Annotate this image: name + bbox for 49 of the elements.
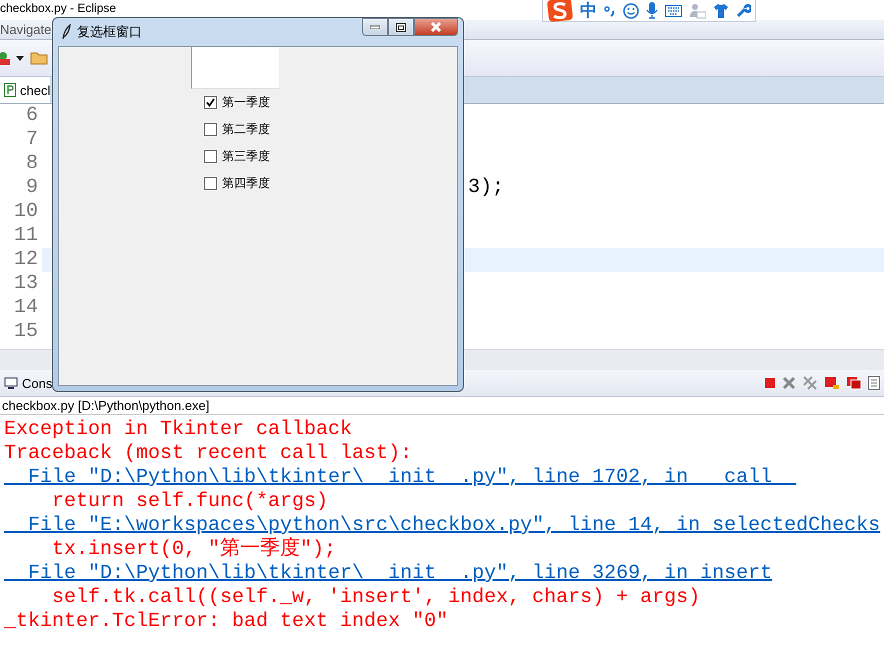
checkbox-label[interactable]: 第三季度 (222, 148, 270, 165)
caret-icon[interactable] (16, 56, 24, 60)
line-number: 10 (12, 200, 39, 224)
stop-icon[interactable] (764, 377, 776, 389)
traceback-link[interactable]: File "E:\workspaces\python\src\checkbox.py", line 14, in selectedChecks (0, 514, 884, 538)
line-number: 13 (12, 272, 39, 296)
console-line: Traceback (most recent call last): (3, 442, 414, 466)
checkbox[interactable] (204, 177, 217, 190)
dialog-title: 复选框窗口 (77, 22, 142, 40)
feather-icon (61, 24, 71, 40)
traceback-link[interactable]: File "D:\Python\lib\tkinter\__init__.py", line 1702, in __call__ (0, 466, 884, 490)
line-number: 11 (12, 224, 39, 248)
python-file-icon (4, 83, 16, 97)
line-number: 12 (12, 248, 39, 272)
minimize-icon (370, 25, 380, 29)
line-number: 8 (24, 152, 39, 176)
checkbox-label[interactable]: 第四季度 (222, 175, 270, 192)
traceback-link[interactable]: File "D:\Python\lib\tkinter\__init__.py", line 3269, in insert (0, 562, 884, 586)
console-line: self.tk.call((self._w, 'insert', index, chars) + args) (51, 586, 702, 610)
window-title: checkbox.py - Eclipse (0, 1, 116, 15)
checkbox-label[interactable]: 第一季度 (222, 94, 270, 111)
console-icon (4, 377, 18, 389)
menu-item[interactable]: Navigate (0, 22, 52, 37)
line-number: 15 (12, 320, 39, 344)
line-number: 6 (24, 104, 39, 128)
maximize-button[interactable] (388, 18, 414, 36)
line-number: 14 (12, 296, 39, 320)
remove-all-icon[interactable] (802, 375, 818, 391)
checkbox[interactable] (204, 96, 217, 109)
console-tab[interactable]: Cons (22, 376, 52, 390)
line-number: 9 (24, 176, 39, 200)
line-number: 7 (24, 128, 39, 152)
minimize-button[interactable] (362, 18, 388, 36)
folder-icon[interactable] (30, 51, 48, 65)
console-title: checkbox.py [D:\Python\python.exe] (0, 397, 884, 415)
close-icon (430, 22, 442, 32)
checkbox-label[interactable]: 第二季度 (222, 121, 270, 138)
close-button[interactable] (414, 18, 458, 36)
console-line: _tkinter.TclError: bad text index "0" (3, 610, 450, 634)
console-line: return self.func(*args) (51, 490, 330, 514)
checkbox[interactable] (204, 150, 217, 163)
run-icon[interactable] (0, 50, 10, 66)
maximize-icon (396, 22, 406, 32)
console-line: Exception in Tkinter callback (3, 418, 354, 442)
code-fragment: 3); (468, 176, 504, 199)
checkbox[interactable] (204, 123, 217, 136)
console-line: tx.insert(0, "第一季度"); (51, 538, 338, 562)
document-icon[interactable] (868, 376, 880, 390)
close-icon[interactable] (782, 376, 796, 390)
